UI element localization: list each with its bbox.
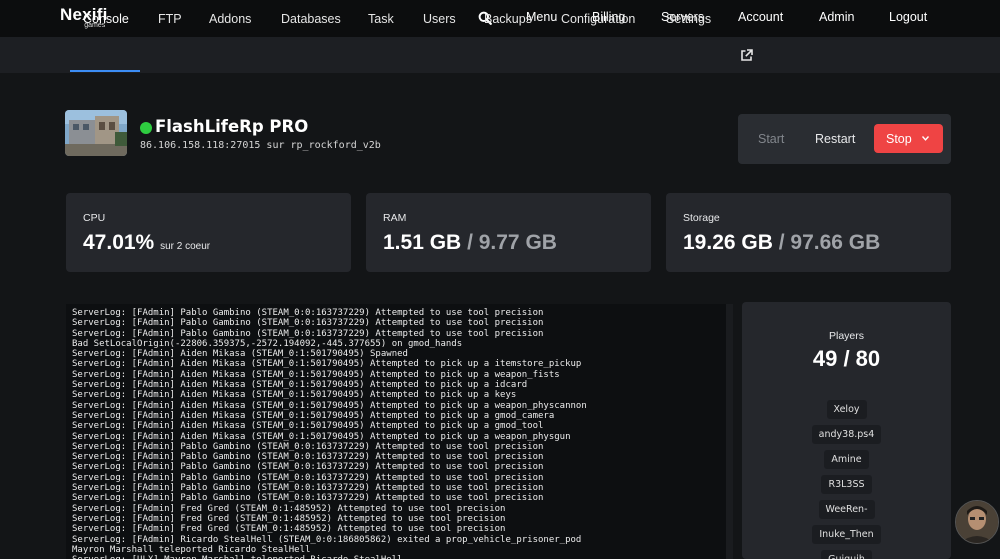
player-name-pill: WeeRen- (818, 500, 875, 519)
cpu-label: CPU (83, 212, 106, 224)
nav-admin[interactable]: Admin (819, 10, 854, 24)
console-line: ServerLog: [FAdmin] Pablo Gambino (STEAM… (72, 318, 544, 329)
cpu-cores-note: sur 2 coeur (160, 241, 211, 252)
nav-logout[interactable]: Logout (889, 10, 927, 24)
user-avatar[interactable] (955, 500, 999, 544)
console-line: ServerLog: [FAdmin] Ricardo StealHell (S… (72, 534, 582, 545)
nav-account[interactable]: Account (738, 10, 783, 24)
tab-backups[interactable]: Backups (484, 12, 532, 26)
console-line: ServerLog: [FAdmin] Pablo Gambino (STEAM… (72, 493, 544, 504)
tab-ftp[interactable]: FTP (158, 12, 182, 26)
restart-button[interactable]: Restart (815, 132, 855, 146)
player-list: Xeloy andy38.ps4 Amine R3L3SS WeeRen- Inuke_T… (742, 400, 951, 559)
external-link-icon[interactable] (740, 49, 753, 62)
server-address: 86.106.158.118:27015 sur rp_rockford_v2b (140, 140, 381, 151)
players-panel: Players 49 / 80 Xeloy andy38.ps4 Amine R3L3… (742, 302, 951, 559)
console-output[interactable]: ServerLog: [FAdmin] Pablo Gambino (STEAM… (66, 304, 726, 559)
player-name-pill: Amine (824, 450, 869, 469)
server-tabs-bar (0, 37, 1000, 73)
console-line: ServerLog: [FAdmin] Pablo Gambino (STEAM… (72, 483, 544, 494)
console-line: ServerLog: [FAdmin] Pablo Gambino (STEAM… (72, 441, 544, 452)
storage-total: / 97.66 GB (778, 231, 881, 254)
storage-card: Storage 19.26 GB / 97.66 GB (666, 193, 951, 272)
console-line: ServerLog: [FAdmin] Pablo Gambino (STEAM… (72, 472, 544, 483)
server-thumbnail (65, 110, 127, 156)
tab-console[interactable]: Console (83, 12, 129, 26)
console-line: ServerLog: [FAdmin] Fred Gred (STEAM_0:1… (72, 513, 506, 524)
tab-databases[interactable]: Databases (281, 12, 341, 26)
chevron-down-icon (922, 136, 929, 141)
console-line: ServerLog: [FAdmin] Aiden Mikasa (STEAM_… (72, 400, 587, 411)
console-line: Bad SetLocalOrigin(-22806.359375,-2572.1… (72, 338, 463, 349)
ram-total: / 9.77 GB (467, 231, 557, 254)
console-line: ServerLog: [FAdmin] Aiden Mikasa (STEAM_… (72, 380, 528, 391)
tab-settings[interactable]: Settings (666, 12, 711, 26)
tab-addons[interactable]: Addons (209, 12, 251, 26)
cpu-card: CPU 47.01% sur 2 coeur (66, 193, 351, 272)
console-line: ServerLog: [FAdmin] Aiden Mikasa (STEAM_… (72, 390, 517, 401)
console-line: ServerLog: [FAdmin] Aiden Mikasa (STEAM_… (72, 349, 408, 360)
cpu-value: 47.01% sur 2 coeur (83, 231, 210, 255)
player-name-pill: andy38.ps4 (811, 425, 882, 444)
storage-value: 19.26 GB / 97.66 GB (683, 231, 880, 255)
player-name-pill: R3L3SS (821, 475, 872, 494)
storage-used: 19.26 GB (683, 231, 773, 254)
console-line: ServerLog: [FAdmin] Pablo Gambino (STEAM… (72, 328, 544, 339)
console-line: ServerLog: [FAdmin] Aiden Mikasa (STEAM_… (72, 421, 544, 432)
ram-used: 1.51 GB (383, 231, 462, 254)
player-name-pill: Xeloy (826, 400, 867, 419)
console-line: ServerLog: [FAdmin] Pablo Gambino (STEAM… (72, 308, 544, 318)
console-scrollbar[interactable] (726, 304, 733, 559)
tab-users[interactable]: Users (423, 12, 456, 26)
console-line: ServerLog: [FAdmin] Aiden Mikasa (STEAM_… (72, 369, 560, 380)
console-line: ServerLog: [FAdmin] Aiden Mikasa (STEAM_… (72, 359, 582, 370)
console-line: Mayron Marshall teleported Ricardo Steal… (72, 544, 311, 555)
console-line: ServerLog: [FAdmin] Fred Gred (STEAM_0:1… (72, 524, 506, 535)
player-name-pill: Inuke_Then (812, 525, 881, 544)
tab-configuration[interactable]: Configuration (561, 12, 635, 26)
players-count: 49 / 80 (812, 346, 881, 371)
console-lines: ServerLog: [FAdmin] Pablo Gambino (STEAM… (72, 308, 587, 559)
player-name-pill: Guiguih (821, 550, 872, 559)
tab-task[interactable]: Task (368, 12, 394, 26)
console-line: ServerLog: [FAdmin] Fred Gred (STEAM_0:1… (72, 503, 506, 514)
server-name: FlashLifeRp PRO (155, 117, 309, 136)
ram-value: 1.51 GB / 9.77 GB (383, 231, 557, 255)
console-line: ServerLog: [ULX] Mayron Marshall telepor… (72, 555, 587, 559)
ram-label: RAM (383, 212, 407, 224)
console-line: ServerLog: [FAdmin] Pablo Gambino (STEAM… (72, 462, 544, 473)
storage-label: Storage (683, 212, 720, 224)
start-button[interactable]: Start (758, 132, 784, 146)
stop-button-label: Stop (886, 132, 912, 146)
console-line: ServerLog: [FAdmin] Pablo Gambino (STEAM… (72, 452, 544, 463)
console-line: ServerLog: [FAdmin] Aiden Mikasa (STEAM_… (72, 431, 571, 442)
console-line: ServerLog: [FAdmin] Aiden Mikasa (STEAM_… (72, 410, 555, 421)
server-status-dot (140, 122, 152, 134)
cpu-percent: 47.01% (83, 231, 155, 254)
ram-card: RAM 1.51 GB / 9.77 GB (366, 193, 651, 272)
players-title: Players (828, 330, 864, 342)
stop-button[interactable]: Stop (874, 124, 943, 153)
active-tab-indicator (70, 70, 140, 72)
